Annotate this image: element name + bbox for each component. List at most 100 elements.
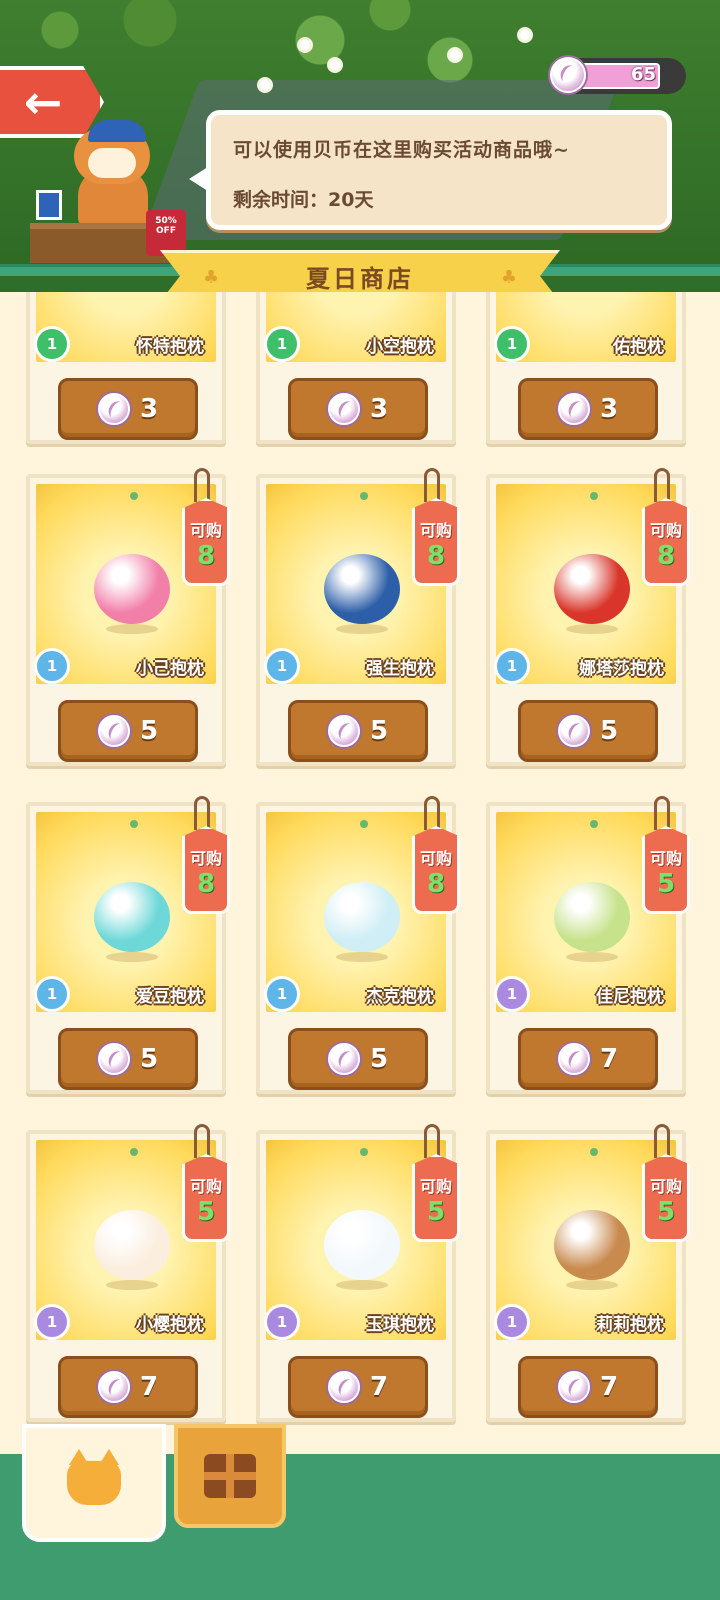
shop-item-card[interactable]: 1 怀特抱枕 3	[26, 292, 226, 444]
tag-string	[424, 1124, 440, 1158]
qr-code-sign	[36, 190, 62, 220]
tag-string	[654, 468, 670, 502]
gift-box-icon	[204, 1454, 256, 1498]
indicator-dot	[360, 820, 368, 828]
item-price: 5	[369, 716, 389, 746]
pillow-pet-icon	[554, 1210, 630, 1280]
shop-item-grid[interactable]: 1 怀特抱枕 3 1 小空抱枕 3 1 佑抱枕 3 可购 8 1 小己抱枕 5 可购 8 1 强生抱枕 5 可购 8 1 娜…	[0, 292, 720, 1452]
buy-button[interactable]: 7	[518, 1356, 658, 1418]
shop-item-card[interactable]: 可购 8 1 爱豆抱枕 5	[26, 796, 230, 1094]
tab-pets[interactable]	[22, 1424, 166, 1542]
shell-coin-icon	[557, 715, 590, 747]
buyable-count: 5	[426, 1197, 446, 1227]
item-name: 佳尼抱枕	[596, 987, 664, 1007]
shop-item-card[interactable]: 可购 8 1 小己抱枕 5	[26, 468, 230, 766]
buyable-count: 8	[426, 541, 446, 571]
shop-item-card[interactable]: 可购 5 1 玉琪抱枕 7	[256, 1124, 460, 1422]
pet-shadow	[336, 952, 388, 962]
level-badge: 1	[264, 326, 300, 362]
item-name: 小樱抱枕	[136, 1315, 204, 1335]
buy-button[interactable]: 3	[288, 378, 428, 440]
buy-button[interactable]: 5	[288, 700, 428, 762]
shell-coin-icon	[327, 1043, 360, 1075]
buyable-label: 可购	[649, 1177, 682, 1196]
buyable-count: 8	[196, 541, 216, 571]
shop-item-card[interactable]: 可购 5 1 小樱抱枕 7	[26, 1124, 230, 1422]
remaining-tag: 可购 8	[412, 826, 460, 914]
shell-coin-icon	[97, 715, 130, 747]
tab-gifts[interactable]	[174, 1424, 286, 1528]
level-badge: 1	[34, 326, 70, 362]
buy-button[interactable]: 5	[58, 1028, 198, 1090]
tag-string	[424, 468, 440, 502]
shell-currency-display: 65	[550, 57, 686, 94]
buyable-label: 可购	[189, 849, 222, 868]
shopkeeper-dog: 50% OFF	[30, 118, 200, 263]
pillow-pet-icon	[94, 1210, 170, 1280]
buyable-count: 8	[656, 541, 676, 571]
buy-button[interactable]: 7	[518, 1028, 658, 1090]
buy-button[interactable]: 7	[288, 1356, 428, 1418]
sale-badge: 50% OFF	[146, 210, 186, 256]
pet-shadow	[106, 1280, 158, 1290]
level-badge: 1	[494, 1304, 530, 1340]
buy-button[interactable]: 5	[518, 700, 658, 762]
shell-coin-icon	[97, 393, 130, 425]
level-badge: 1	[264, 976, 300, 1012]
remaining-tag: 可购 5	[412, 1154, 460, 1242]
level-badge: 1	[34, 1304, 70, 1340]
pillow-pet-icon	[94, 554, 170, 624]
pet-shadow	[336, 1280, 388, 1290]
indicator-dot	[590, 820, 598, 828]
item-name: 小己抱枕	[136, 659, 204, 679]
item-name: 娜塔莎抱枕	[579, 659, 664, 679]
buy-button[interactable]: 7	[58, 1356, 198, 1418]
shop-item-card[interactable]: 可购 8 1 强生抱枕 5	[256, 468, 460, 766]
pillow-pet-icon	[324, 1210, 400, 1280]
remaining-tag: 可购 8	[182, 498, 230, 586]
shop-item-card[interactable]: 可购 5 1 莉莉抱枕 7	[486, 1124, 690, 1422]
level-badge: 1	[494, 976, 530, 1012]
indicator-dot	[590, 492, 598, 500]
shop-item-card[interactable]: 可购 8 1 杰克抱枕 5	[256, 796, 460, 1094]
item-name: 佑抱枕	[613, 337, 664, 357]
buy-button[interactable]: 3	[518, 378, 658, 440]
item-name: 强生抱枕	[366, 659, 434, 679]
item-price: 7	[599, 1044, 619, 1074]
flower-decoration	[330, 60, 340, 70]
pillow-pet-icon	[554, 882, 630, 952]
pillow-pet-icon	[324, 554, 400, 624]
item-name: 莉莉抱枕	[596, 1315, 664, 1335]
remaining-tag: 可购 8	[642, 498, 690, 586]
item-name: 爱豆抱枕	[136, 987, 204, 1007]
npc-message: 可以使用贝币在这里购买活动商品哦~	[233, 139, 570, 161]
pet-shadow	[566, 1280, 618, 1290]
buyable-count: 5	[656, 869, 676, 899]
remaining-tag: 可购 5	[642, 1154, 690, 1242]
item-price: 5	[599, 716, 619, 746]
pet-shadow	[566, 624, 618, 634]
flower-decoration	[520, 30, 530, 40]
buy-button[interactable]: 5	[58, 700, 198, 762]
item-name: 怀特抱枕	[136, 337, 204, 357]
item-price: 5	[369, 1044, 389, 1074]
shop-item-card[interactable]: 1 佑抱枕 3	[486, 292, 686, 444]
buy-button[interactable]: 5	[288, 1028, 428, 1090]
tag-string	[654, 796, 670, 830]
pillow-pet-icon	[94, 882, 170, 952]
shop-item-card[interactable]: 1 小空抱枕 3	[256, 292, 456, 444]
level-badge: 1	[264, 648, 300, 684]
flower-decoration	[450, 50, 460, 60]
shop-item-card[interactable]: 可购 5 1 佳尼抱枕 7	[486, 796, 690, 1094]
shell-coin-icon	[327, 393, 360, 425]
buy-button[interactable]: 3	[58, 378, 198, 440]
clover-icon: ♣	[500, 267, 517, 288]
flower-decoration	[300, 40, 310, 50]
shop-item-card[interactable]: 可购 8 1 娜塔莎抱枕 5	[486, 468, 690, 766]
shop-title: 夏日商店	[306, 264, 414, 293]
tag-string	[194, 1124, 210, 1158]
pillow-pet-icon	[554, 554, 630, 624]
item-price: 7	[139, 1372, 159, 1402]
remaining-tag: 可购 5	[182, 1154, 230, 1242]
level-badge: 1	[34, 648, 70, 684]
